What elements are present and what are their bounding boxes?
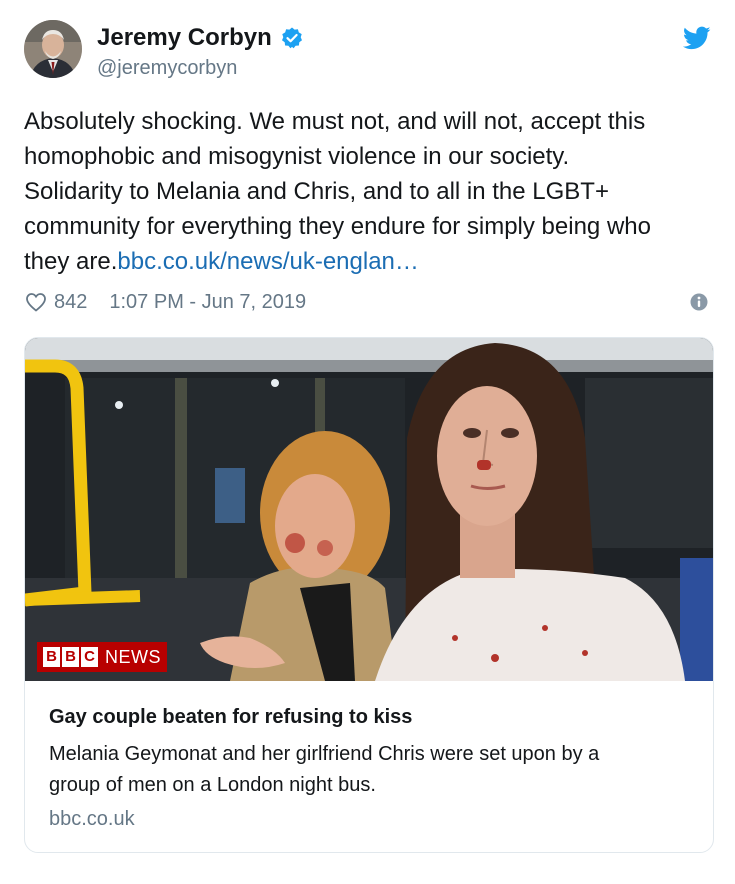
info-icon[interactable]: [690, 293, 708, 311]
bbc-letter: B: [62, 647, 79, 667]
bbc-news-label: NEWS: [105, 646, 161, 667]
card-description-line: Melania Geymonat and her girlfriend Chri…: [49, 743, 600, 765]
twitter-bird-icon[interactable]: [682, 24, 711, 52]
bbc-letter: C: [81, 647, 98, 667]
card-description: Melania Geymonat and her girlfriend Chri…: [49, 739, 699, 801]
author-name[interactable]: Jeremy Corbyn: [97, 24, 304, 52]
tweet-text-end: they are.: [24, 248, 118, 275]
like-count[interactable]: 842: [54, 291, 87, 314]
bbc-news-badge: B B C NEWS: [37, 642, 167, 672]
timestamp[interactable]: 1:07 PM - Jun 7, 2019: [109, 291, 306, 314]
tweet-text-last-line: they are.bbc.co.uk/news/uk-englan…: [24, 244, 714, 279]
tweet-text: Absolutely shocking. We must not, and wi…: [24, 104, 714, 279]
bbc-letter: B: [43, 647, 60, 667]
tweet-text-line: Absolutely shocking. We must not, and wi…: [24, 108, 646, 135]
tweet-embed: Jeremy Corbyn @jeremycorbyn Absolutely s…: [0, 0, 735, 884]
card-domain[interactable]: bbc.co.uk: [49, 808, 135, 831]
author-name-text: Jeremy Corbyn: [97, 24, 272, 51]
tweet-text-line: homophobic and misogynist violence in ou…: [24, 143, 570, 170]
link-card[interactable]: B B C NEWS Gay couple beaten for refusin…: [24, 337, 714, 853]
card-title[interactable]: Gay couple beaten for refusing to kiss: [49, 706, 412, 729]
article-photo[interactable]: [25, 338, 713, 681]
author-handle[interactable]: @jeremycorbyn: [97, 57, 237, 80]
tweet-text-line: Solidarity to Melania and Chris, and to …: [24, 178, 609, 205]
card-description-line: group of men on a London night bus.: [49, 774, 376, 796]
tweet-meta: 842 1:07 PM - Jun 7, 2019: [24, 289, 306, 315]
verified-badge-icon: [280, 26, 304, 50]
tweet-text-line: community for everything they endure for…: [24, 213, 651, 240]
avatar[interactable]: [24, 20, 82, 78]
tweet-link[interactable]: bbc.co.uk/news/uk-englan…: [117, 248, 419, 275]
heart-icon[interactable]: [24, 290, 48, 314]
